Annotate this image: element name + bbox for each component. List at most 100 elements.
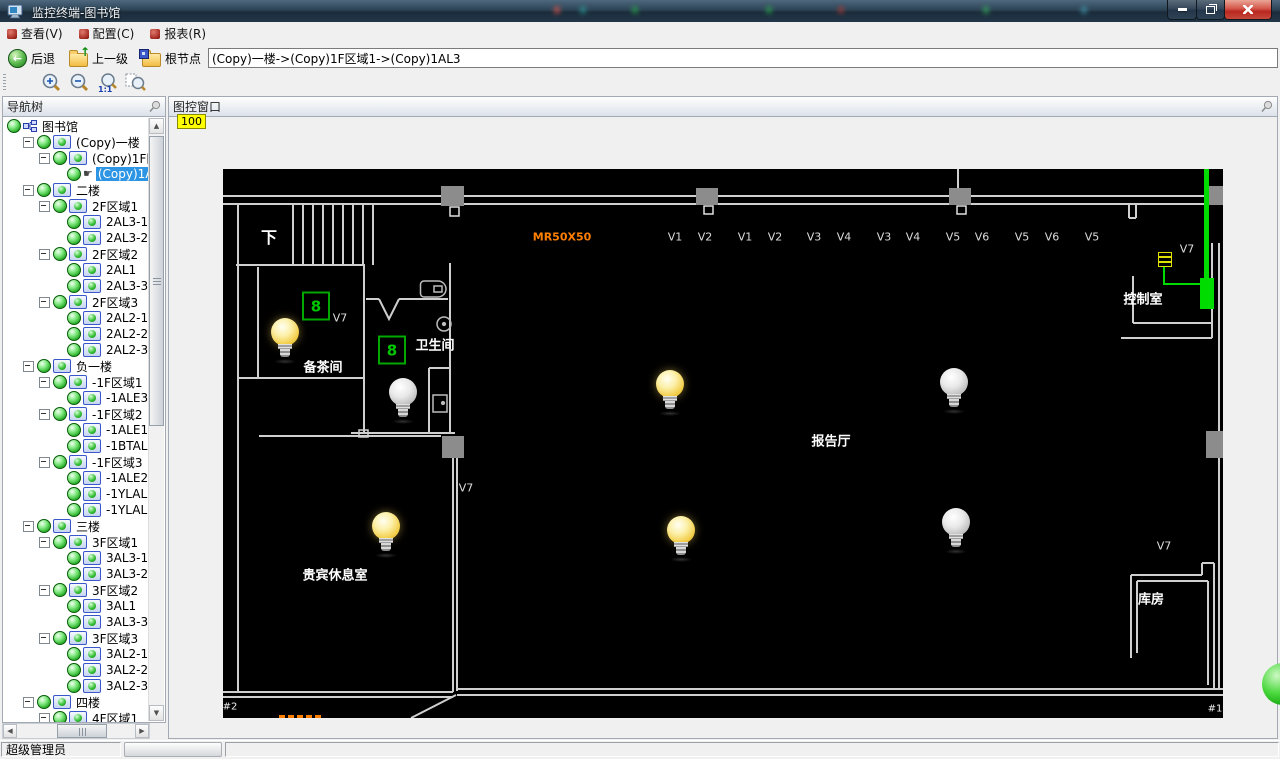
tree-item[interactable]: 3F区域1 xyxy=(3,534,149,550)
breadcrumb-path-input[interactable] xyxy=(208,48,1278,68)
tree-item[interactable]: 2AL2-1 xyxy=(3,310,149,326)
tree-item[interactable]: 2F区域2 xyxy=(3,246,149,262)
tree-expander-collapse[interactable] xyxy=(39,152,50,164)
horizontal-scroll-thumb[interactable] xyxy=(57,724,107,738)
node-status-sphere-icon xyxy=(67,439,81,453)
tree-item[interactable]: ☛(Copy)1AL3 xyxy=(3,166,149,182)
scroll-up-arrow[interactable]: ▲ xyxy=(149,118,164,134)
tree-expander-collapse[interactable] xyxy=(39,632,50,644)
valve-device[interactable]: 8 xyxy=(302,291,330,321)
tree-item[interactable]: 图书馆 xyxy=(3,118,149,134)
tree-expander-collapse[interactable] xyxy=(23,136,34,148)
tree-item[interactable]: 二楼 xyxy=(3,182,149,198)
tree-item[interactable]: 2AL3-3 xyxy=(3,278,149,294)
tree-item[interactable]: 2AL1 xyxy=(3,262,149,278)
light-bulb-off[interactable] xyxy=(940,368,968,414)
wallpaper-blob xyxy=(1079,4,1089,16)
pushpin-icon[interactable] xyxy=(148,100,161,113)
tree-item[interactable]: 3AL3-3 xyxy=(3,614,149,630)
tree-expander-collapse[interactable] xyxy=(23,520,34,532)
up-level-button[interactable]: ↑ 上一级 xyxy=(63,45,134,69)
close-button[interactable] xyxy=(1224,0,1272,20)
menu-view[interactable]: 查看(V) xyxy=(0,23,72,44)
tree-item[interactable]: -1F区域3 xyxy=(3,454,149,470)
tree-expander-collapse[interactable] xyxy=(39,376,50,388)
tree-item-label: 3AL2-3 xyxy=(106,679,149,693)
scene-icon xyxy=(83,311,101,325)
tree-item[interactable]: -1F区域1 xyxy=(3,374,149,390)
toolbar-grip[interactable] xyxy=(3,74,6,92)
tree-item[interactable]: 2AL2-2 xyxy=(3,326,149,342)
tree-item[interactable]: -1F区域2 xyxy=(3,406,149,422)
minimize-button[interactable] xyxy=(1167,0,1197,20)
zoom-in-button[interactable] xyxy=(40,72,66,94)
restore-button[interactable] xyxy=(1196,0,1225,20)
light-bulb-on[interactable] xyxy=(656,370,684,416)
tree-expander-collapse[interactable] xyxy=(39,248,50,260)
node-status-sphere-icon xyxy=(67,231,81,245)
tree-expander-collapse[interactable] xyxy=(23,360,34,372)
tree-item[interactable]: 2F区域1 xyxy=(3,198,149,214)
tree-item[interactable]: 2AL3-2 xyxy=(3,230,149,246)
light-bulb-on[interactable] xyxy=(667,516,695,562)
tree-item[interactable]: 3F区域2 xyxy=(3,582,149,598)
tree-item[interactable]: 2AL2-3 xyxy=(3,342,149,358)
tree-expander-collapse[interactable] xyxy=(39,584,50,596)
tree-item[interactable]: (Copy)一楼 xyxy=(3,134,149,150)
wallpaper-blob xyxy=(981,4,991,16)
tree-item[interactable]: 三楼 xyxy=(3,518,149,534)
tree-item[interactable]: 3AL3-2 xyxy=(3,566,149,582)
zoom-actual-size-button[interactable]: 1:1 xyxy=(96,72,122,94)
tree-expander-collapse[interactable] xyxy=(39,200,50,212)
root-node-button[interactable]: 根节点 xyxy=(136,48,207,69)
tree-expander-collapse[interactable] xyxy=(39,408,50,420)
light-bulb-off[interactable] xyxy=(389,378,417,424)
tree-item[interactable]: 3F区域3 xyxy=(3,630,149,646)
tree-item[interactable]: -1BTAL xyxy=(3,438,149,454)
tree-item[interactable]: 2AL3-1 xyxy=(3,214,149,230)
tree-item[interactable]: 四楼 xyxy=(3,694,149,710)
tree-expander-collapse[interactable] xyxy=(39,712,50,722)
tree-vertical-scrollbar[interactable]: ▲ ▼ xyxy=(148,118,164,721)
tree-expander-collapse[interactable] xyxy=(39,536,50,548)
tree-item[interactable]: -1YLAL1 xyxy=(3,486,149,502)
menu-report[interactable]: 报表(R) xyxy=(143,23,215,44)
tree-expander-collapse[interactable] xyxy=(23,184,34,196)
tree-item[interactable]: -1ALE3 xyxy=(3,390,149,406)
menu-config[interactable]: 配置(C) xyxy=(72,23,144,44)
control-cabinet[interactable] xyxy=(1200,278,1214,309)
tree-item[interactable]: -1ALE1 xyxy=(3,422,149,438)
light-bulb-on[interactable] xyxy=(271,318,299,364)
tree-item[interactable]: (Copy)1F区域1 xyxy=(3,150,149,166)
valve-device[interactable]: 8 xyxy=(378,335,406,365)
scroll-right-arrow[interactable]: ▶ xyxy=(135,724,149,738)
back-button[interactable]: ← 后退 xyxy=(2,47,61,70)
tree-item[interactable]: 3AL3-1 xyxy=(3,550,149,566)
vertical-scroll-thumb[interactable] xyxy=(149,136,164,426)
zoom-fit-button[interactable] xyxy=(124,72,150,94)
tree-item[interactable]: -1ALE2 xyxy=(3,470,149,486)
zoom-out-button[interactable] xyxy=(68,72,94,94)
scroll-left-arrow[interactable]: ◀ xyxy=(3,724,17,738)
node-status-sphere-icon xyxy=(53,535,67,549)
tree-expander-collapse[interactable] xyxy=(39,456,50,468)
pushpin-icon[interactable] xyxy=(1260,100,1273,113)
tree-item[interactable]: 2F区域3 xyxy=(3,294,149,310)
light-bulb-off[interactable] xyxy=(942,508,970,554)
tree-item[interactable]: 3AL2-2 xyxy=(3,662,149,678)
scroll-down-arrow[interactable]: ▼ xyxy=(149,705,164,721)
zoom-level-badge: 100 xyxy=(177,114,206,129)
tree-item[interactable]: 3AL1 xyxy=(3,598,149,614)
tree-item[interactable]: 3AL2-3 xyxy=(3,678,149,694)
tree-item[interactable]: 负一楼 xyxy=(3,358,149,374)
tree-item[interactable]: 3AL2-1 xyxy=(3,646,149,662)
scene-icon xyxy=(83,615,101,629)
tree-expander-collapse[interactable] xyxy=(39,296,50,308)
tree-item[interactable]: 4F区域1 xyxy=(3,710,149,722)
tree-expander-collapse[interactable] xyxy=(23,696,34,708)
relay-device[interactable] xyxy=(1158,252,1172,267)
tree-horizontal-scrollbar[interactable]: ◀ ▶ xyxy=(2,723,150,739)
floor-plan-canvas[interactable]: V1 V2 V1 V2 V3 V4 V3 V4 V5 V6 V5 V6 V5 下 MR50X50 V7 控制室 V… xyxy=(223,169,1223,718)
light-bulb-on[interactable] xyxy=(372,512,400,558)
tree-item[interactable]: -1YLAL2 xyxy=(3,502,149,518)
